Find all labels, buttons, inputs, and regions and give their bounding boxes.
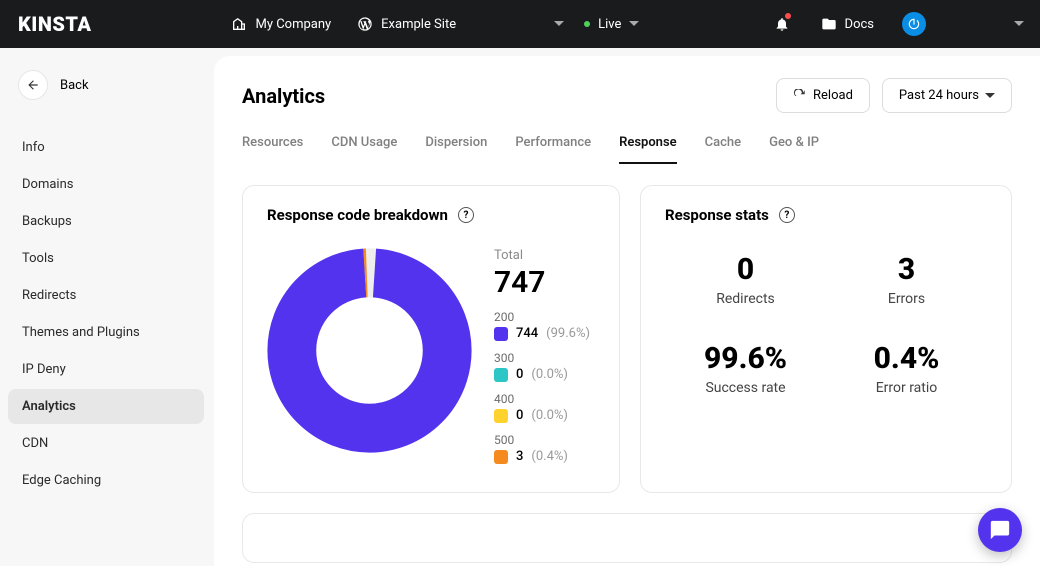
stat-value: 3 [826,252,987,287]
swatch-icon [494,450,508,464]
help-icon[interactable]: ? [779,207,795,223]
user-menu[interactable] [902,12,1024,36]
swatch-icon [494,327,508,341]
back-label: Back [60,78,89,93]
stat-label: Error ratio [826,380,987,396]
legend-300: 300 0 (0.0%) [494,351,590,382]
stat-label: Redirects [665,291,826,307]
stat-success-rate: 99.6% Success rate [665,341,826,396]
sidebar-item-ipdeny[interactable]: IP Deny [8,352,204,387]
folder-icon [821,16,837,32]
legend-code: 200 [494,310,590,324]
legend-500: 500 3 (0.4%) [494,433,590,464]
chart-legend: Total 747 200 744 (99.6%) 300 [494,248,590,464]
chevron-down-icon [985,93,995,99]
total-value: 747 [494,265,590,300]
card-title-stats: Response stats [665,206,769,224]
stat-errors: 3 Errors [826,252,987,307]
stat-error-ratio: 0.4% Error ratio [826,341,987,396]
status-dot-icon [584,21,590,27]
docs-link[interactable]: Docs [821,16,874,32]
sidebar-item-edge[interactable]: Edge Caching [8,463,204,498]
sidebar-item-info[interactable]: Info [8,130,204,165]
sidebar-item-themes[interactable]: Themes and Plugins [8,315,204,350]
chat-icon [989,519,1011,541]
sidebar-item-analytics[interactable]: Analytics [8,389,204,424]
power-icon [907,17,921,31]
swatch-icon [494,409,508,423]
tabs: Resources CDN Usage Dispersion Performan… [242,135,1012,165]
tab-geo-ip[interactable]: Geo & IP [769,135,819,164]
stat-label: Errors [826,291,987,307]
timeframe-filter[interactable]: Past 24 hours [882,78,1012,113]
tab-cdn-usage[interactable]: CDN Usage [331,135,397,164]
legend-pct: (0.4%) [531,449,568,464]
tab-response[interactable]: Response [619,135,677,164]
total-label: Total [494,248,590,263]
bell-icon [774,16,790,32]
stat-value: 99.6% [665,341,826,376]
legend-pct: (0.0%) [531,367,568,382]
stat-redirects: 0 Redirects [665,252,826,307]
legend-400: 400 0 (0.0%) [494,392,590,423]
content-area: Analytics Reload Past 24 hours Resources… [214,56,1040,566]
tab-cache[interactable]: Cache [705,135,741,164]
site-name: Example Site [381,17,456,32]
reload-button[interactable]: Reload [776,78,870,113]
topbar: KINSTA My Company Example Site Live Docs [0,0,1040,48]
legend-pct: (99.6%) [546,326,590,341]
tab-dispersion[interactable]: Dispersion [425,135,487,164]
arrow-left-icon [26,78,40,92]
stat-label: Success rate [665,380,826,396]
legend-value: 744 [516,326,538,341]
reload-label: Reload [813,88,853,103]
company-name: My Company [255,17,331,32]
legend-value: 0 [516,408,523,423]
avatar [902,12,926,36]
docs-label: Docs [845,17,874,32]
env-switcher[interactable]: Live [584,17,639,32]
notifications-button[interactable] [771,13,793,35]
chevron-down-icon [629,21,639,27]
help-icon[interactable]: ? [458,207,474,223]
legend-200: 200 744 (99.6%) [494,310,590,341]
card-placeholder [242,513,1012,563]
back-button[interactable] [18,70,48,100]
timeframe-label: Past 24 hours [899,88,979,103]
env-label: Live [598,17,621,32]
chevron-down-icon [554,21,564,27]
page-title: Analytics [242,84,325,108]
legend-value: 3 [516,449,523,464]
sidebar-item-domains[interactable]: Domains [8,167,204,202]
brand-logo: KINSTA [18,12,91,36]
company-switcher[interactable]: My Company [231,16,331,32]
sidebar-item-cdn[interactable]: CDN [8,426,204,461]
legend-code: 500 [494,433,590,447]
legend-code: 400 [494,392,590,406]
legend-value: 0 [516,367,523,382]
stat-value: 0.4% [826,341,987,376]
sidebar-item-redirects[interactable]: Redirects [8,278,204,313]
sidebar: Back Info Domains Backups Tools Redirect… [0,48,214,566]
donut-chart [267,248,472,457]
card-response-breakdown: Response code breakdown ? [242,185,620,493]
legend-code: 300 [494,351,590,365]
company-icon [231,16,247,32]
chevron-down-icon [1014,21,1024,27]
stat-value: 0 [665,252,826,287]
sidebar-item-backups[interactable]: Backups [8,204,204,239]
swatch-icon [494,368,508,382]
card-response-stats: Response stats ? 0 Redirects 3 Errors 99… [640,185,1012,493]
tab-resources[interactable]: Resources [242,135,303,164]
reload-icon [793,89,807,103]
chat-launcher[interactable] [978,508,1022,552]
site-switcher[interactable]: Example Site [357,16,564,32]
card-title-breakdown: Response code breakdown [267,206,448,224]
wordpress-icon [357,16,373,32]
legend-pct: (0.0%) [531,408,568,423]
tab-performance[interactable]: Performance [515,135,591,164]
sidebar-item-tools[interactable]: Tools [8,241,204,276]
